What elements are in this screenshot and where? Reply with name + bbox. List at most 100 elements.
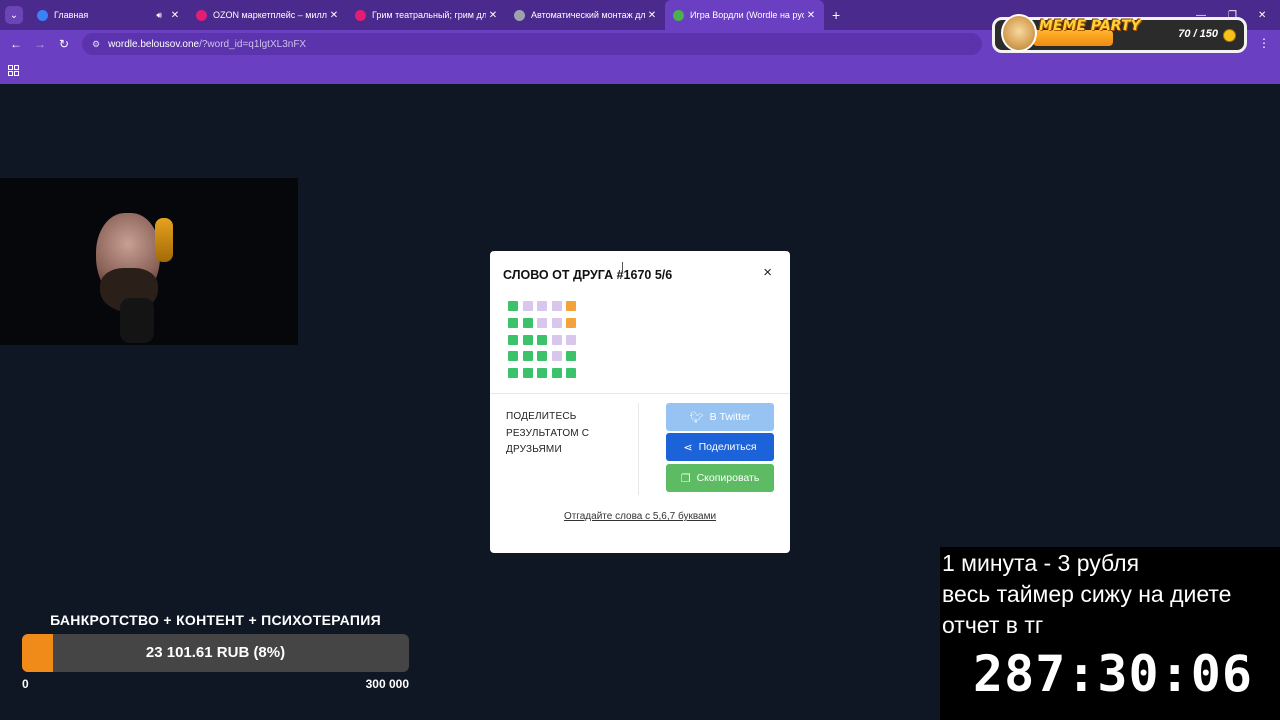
browser-tab[interactable]: Главная 🔊︎ ✕ xyxy=(29,0,188,30)
grid-square xyxy=(508,317,518,328)
timer-diet-text: весь таймер сижу на диете xyxy=(942,581,1232,607)
grid-row xyxy=(508,334,581,345)
goal-title: БАНКРОТСТВО + КОНТЕНТ + ПСИХОТЕРАПИЯ xyxy=(50,612,381,628)
text-cursor-icon xyxy=(622,262,626,272)
url-host: wordle.belousov.one xyxy=(108,38,200,50)
twitter-button-label: В Twitter xyxy=(709,411,751,423)
forward-button[interactable]: → xyxy=(28,37,52,51)
twitter-icon: 🐦︎ xyxy=(689,411,704,424)
tab-favicon-icon xyxy=(673,9,684,21)
timer-report-text: отчет в тг xyxy=(942,612,1044,638)
new-tab-button[interactable]: + xyxy=(832,7,840,23)
meme-count: 70 / 150 xyxy=(1178,28,1218,40)
tab-close-icon[interactable]: ✕ xyxy=(645,10,659,21)
goal-min: 0 xyxy=(22,677,29,691)
apps-grid-icon[interactable] xyxy=(8,65,19,76)
webcam-overlay xyxy=(0,178,298,345)
tab-title: Грим театральный; грим для л xyxy=(372,10,486,20)
grid-row xyxy=(508,301,581,311)
copy-button[interactable]: ❐ Скопировать xyxy=(666,464,774,492)
tab-search-button[interactable]: ⌄ xyxy=(5,6,23,24)
twitter-button[interactable]: 🐦︎ В Twitter xyxy=(666,403,774,431)
grid-square xyxy=(522,351,533,362)
grid-square xyxy=(508,351,518,362)
grid-square xyxy=(508,368,518,379)
microphone-icon xyxy=(120,298,154,343)
grid-square xyxy=(537,317,548,328)
headphones-icon xyxy=(155,218,173,262)
grid-square xyxy=(508,334,518,345)
doge-icon xyxy=(1001,14,1037,52)
result-modal: СЛОВО ОТ ДРУГА #1670 5/6 × ПОДЕЛИТЕСЬ РЕ… xyxy=(490,251,790,553)
browser-tab[interactable]: Грим театральный; грим для л✕ xyxy=(347,0,506,30)
result-grid xyxy=(508,301,581,385)
grid-square xyxy=(508,301,518,311)
timer-clock: 287:30:06 xyxy=(973,645,1253,703)
close-icon[interactable]: × xyxy=(763,264,772,281)
share-button-label: Поделиться xyxy=(698,441,757,453)
grid-square xyxy=(566,351,577,362)
grid-square xyxy=(566,301,577,311)
timer-rate-text: 1 минута - 3 рубля xyxy=(942,550,1140,576)
site-info-icon[interactable]: ⚙ xyxy=(92,39,100,50)
grid-square xyxy=(522,334,533,345)
grid-square xyxy=(551,301,562,311)
window-close-button[interactable]: ✕ xyxy=(1258,0,1266,30)
tab-favicon-icon xyxy=(196,9,207,21)
meme-party-logo: MEME PARTY xyxy=(1039,18,1141,34)
share-icon: ⋖ xyxy=(683,441,693,454)
reload-button[interactable]: ↻ xyxy=(52,37,76,51)
modal-title: СЛОВО ОТ ДРУГА #1670 5/6 xyxy=(503,268,673,282)
tab-close-icon[interactable]: ✕ xyxy=(168,10,182,21)
browser-menu-icon[interactable]: ⋮ xyxy=(1258,36,1270,50)
tab-close-icon[interactable]: ✕ xyxy=(804,10,818,21)
tab-favicon-icon xyxy=(514,9,525,21)
share-button[interactable]: ⋖ Поделиться xyxy=(666,433,774,461)
grid-row xyxy=(508,317,581,328)
grid-square xyxy=(537,368,548,379)
grid-square xyxy=(551,334,562,345)
grid-square xyxy=(566,334,577,345)
grid-square xyxy=(537,351,548,362)
browser-tab[interactable]: OZON маркетплейс – миллион✕ xyxy=(188,0,347,30)
divider xyxy=(490,393,790,394)
grid-square xyxy=(566,317,577,328)
goal-progress-bar: 23 101.61 RUB (8%) xyxy=(22,634,409,672)
tab-close-icon[interactable]: ✕ xyxy=(327,10,341,21)
play-words-link[interactable]: Отгадайте слова с 5,6,7 буквами xyxy=(490,511,790,522)
tab-title: Главная xyxy=(54,10,89,20)
tab-title: Игра Вордли (Wordle на русс xyxy=(690,10,804,20)
grid-row xyxy=(508,368,581,379)
browser-tab[interactable]: Автоматический монтаж для с ✕ xyxy=(506,0,665,30)
copy-button-label: Скопировать xyxy=(696,472,760,484)
grid-square xyxy=(537,334,548,345)
tab-close-icon[interactable]: ✕ xyxy=(486,10,500,21)
tab-favicon-icon xyxy=(37,9,48,21)
url-path: /?word_id=q1lgtXL3nFX xyxy=(199,38,307,50)
tab-favicon-icon xyxy=(355,9,366,21)
grid-row xyxy=(508,351,581,362)
copy-icon: ❐ xyxy=(680,472,691,485)
grid-square xyxy=(522,317,533,328)
tab-audio-icon[interactable]: 🔊︎ xyxy=(156,10,162,21)
grid-square xyxy=(537,301,548,311)
goal-value: 23 101.61 RUB (8%) xyxy=(145,644,286,661)
coin-icon xyxy=(1223,29,1236,42)
tab-title: OZON маркетплейс – миллион xyxy=(213,10,327,20)
grid-square xyxy=(551,351,562,362)
grid-square xyxy=(522,368,533,379)
divider xyxy=(638,403,639,495)
subathon-timer: 1 минута - 3 рубля весь таймер сижу на д… xyxy=(940,547,1280,720)
goal-max: 300 000 xyxy=(365,677,409,691)
tab-title: Автоматический монтаж для с xyxy=(531,10,645,20)
address-bar[interactable]: ⚙ wordle.belousov.one/?word_id=q1lgtXL3n… xyxy=(82,33,982,55)
browser-tab[interactable]: Игра Вордли (Wordle на русс ✕ xyxy=(665,0,824,30)
bookmarks-bar xyxy=(0,58,1280,84)
back-button[interactable]: ← xyxy=(4,37,28,51)
grid-square xyxy=(566,368,577,379)
tab-strip: Главная🔊︎✕OZON маркетплейс – миллион✕Гри… xyxy=(29,0,824,30)
grid-square xyxy=(551,317,562,328)
meme-party-widget: MEME PARTY 70 / 150 xyxy=(992,14,1247,53)
share-prompt: ПОДЕЛИТЕСЬ РЕЗУЛЬТАТОМ С ДРУЗЬЯМИ xyxy=(506,411,590,455)
grid-square xyxy=(522,301,533,311)
